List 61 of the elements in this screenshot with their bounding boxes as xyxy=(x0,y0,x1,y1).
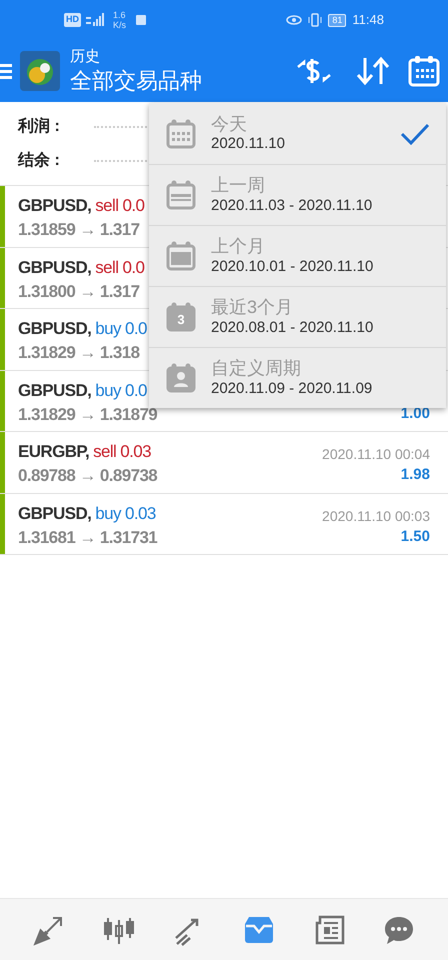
battery-icon: 81 xyxy=(328,14,346,26)
deal-symbol: GBPUSD, xyxy=(18,380,92,402)
deal-prices: 1.31800 → 1.317 xyxy=(18,280,140,302)
deal-symbol: EURGBP, xyxy=(18,441,90,463)
period-option[interactable]: 自定义周期 2020.11.09 - 2020.11.09 xyxy=(149,347,446,408)
period-range: 2020.08.01 - 2020.11.10 xyxy=(211,318,374,338)
calendar-icon[interactable] xyxy=(408,55,440,87)
period-range: 2020.10.01 - 2020.11.10 xyxy=(211,258,374,277)
deal-profit: 1.50 xyxy=(400,526,430,546)
deal-prices: 0.89788 → 0.89738 xyxy=(18,465,158,487)
deal-prices: 1.31681 → 1.31731 xyxy=(18,526,158,548)
calendar-icon xyxy=(165,240,197,272)
sort-icon[interactable] xyxy=(356,56,390,86)
deal-side-volume: sell 0.0 xyxy=(95,256,144,278)
period-title: 自定义周期 xyxy=(211,357,302,380)
summary-label: 结余 : xyxy=(18,150,61,170)
clock: 11:48 xyxy=(352,11,384,30)
period-option[interactable]: 上个月 2020.10.01 - 2020.11.10 xyxy=(149,225,446,286)
deal-side-volume: buy 0.03 xyxy=(95,502,156,524)
period-range: 2020.11.10 xyxy=(211,135,286,154)
deal-symbol: GBPUSD, xyxy=(18,318,92,340)
deal-symbol: GBPUSD, xyxy=(18,256,92,278)
period-title: 今天 xyxy=(211,112,248,136)
calendar-icon xyxy=(165,118,197,150)
deal-side-volume: buy 0.0 xyxy=(95,380,147,402)
deal-side-volume: sell 0.03 xyxy=(93,441,151,463)
period-title: 上个月 xyxy=(211,235,266,258)
calendar-icon xyxy=(165,362,197,394)
newspaper-icon[interactable] xyxy=(313,914,345,946)
check-icon xyxy=(400,122,430,144)
deal-side-volume: buy 0.0 xyxy=(95,318,147,340)
deal-prices: 1.31859 → 1.317 xyxy=(18,219,140,241)
summary-label: 利润 : xyxy=(18,116,61,136)
hd-badge: HD xyxy=(64,13,81,27)
symbol-filter[interactable]: 全部交易品种 xyxy=(70,66,296,94)
period-option[interactable]: 今天 2020.11.10 xyxy=(149,103,446,164)
deal-symbol: GBPUSD, xyxy=(18,195,92,217)
deal-prices: 1.31829 → 1.318 xyxy=(18,342,140,364)
deal-time: 2020.11.10 00:04 xyxy=(322,445,430,464)
calendar-icon xyxy=(165,179,197,211)
calendar-icon xyxy=(165,301,197,333)
vibrate-icon xyxy=(308,13,322,27)
period-option[interactable]: 上一周 2020.11.03 - 2020.11.10 xyxy=(149,164,446,225)
deal-profit: 1.98 xyxy=(400,465,430,485)
eye-icon xyxy=(286,14,302,26)
deal-time: 2020.11.10 00:03 xyxy=(322,506,430,526)
calendar-number: 3 xyxy=(177,310,185,329)
app-logo-icon xyxy=(20,51,60,91)
speed-unit: K/s xyxy=(113,20,126,30)
screen-title: 历史 xyxy=(70,48,101,67)
signal-icon xyxy=(85,13,107,27)
menu-icon[interactable] xyxy=(0,62,12,80)
notification-icon xyxy=(136,15,146,25)
period-range: 2020.11.09 - 2020.11.09 xyxy=(211,380,374,399)
deal-symbol: GBPUSD, xyxy=(18,502,92,524)
period-option[interactable]: 3 最近3个月 2020.08.01 - 2020.11.10 xyxy=(149,286,446,347)
deal-side-volume: sell 0.0 xyxy=(95,195,144,217)
speed-value: 1.6 xyxy=(113,10,126,20)
period-title: 上一周 xyxy=(211,174,266,197)
period-title: 最近3个月 xyxy=(211,296,294,319)
period-range: 2020.11.03 - 2020.11.10 xyxy=(211,196,374,216)
